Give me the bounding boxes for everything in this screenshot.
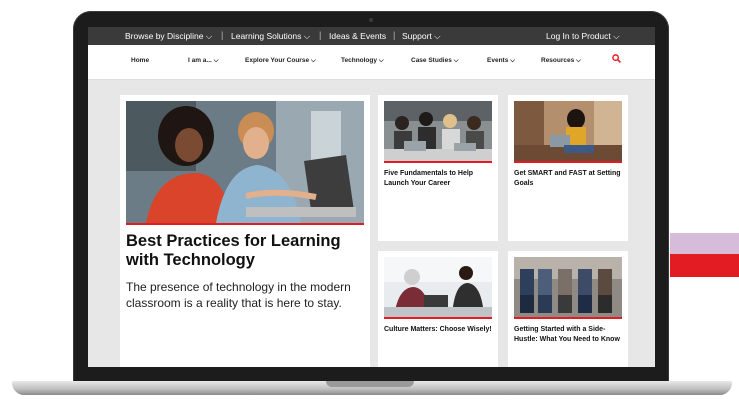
search-icon[interactable] <box>612 54 621 63</box>
featured-article-image <box>126 101 364 223</box>
accent-line <box>514 161 622 163</box>
article-image <box>514 257 622 317</box>
article-card[interactable]: Culture Matters: Choose Wisely! <box>378 251 498 367</box>
separator: | <box>221 30 224 40</box>
nav-item-technology[interactable]: Technology ⌵ <box>341 57 384 65</box>
article-card[interactable]: Get SMART and FAST at Setting Goals <box>508 95 628 241</box>
laptop-camera <box>369 18 373 22</box>
separator: | <box>319 30 322 40</box>
accent-line <box>126 223 364 225</box>
ideas-events-link[interactable]: Ideas & Events <box>329 31 386 41</box>
accent-line <box>384 317 492 319</box>
nav-item-i-am-a[interactable]: I am a... ⌵ <box>188 57 219 65</box>
article-image <box>384 257 492 317</box>
log-in-to-product-link[interactable]: Log In to Product ⌵ <box>546 31 620 42</box>
article-image <box>384 101 492 161</box>
accent-line <box>514 317 622 319</box>
article-title[interactable]: Getting Started with a Side-Hustle: What… <box>514 325 626 345</box>
main-nav: Home I am a... ⌵ Explore Your Course ⌵ T… <box>88 45 655 80</box>
laptop-notch <box>326 381 414 387</box>
browse-by-discipline-link[interactable]: Browse by Discipline ⌵ <box>125 31 212 42</box>
featured-article-description: The presence of technology in the modern… <box>126 280 351 310</box>
nav-item-explore-your-course[interactable]: Explore Your Course ⌵ <box>245 57 316 65</box>
decorative-red-block <box>670 254 739 277</box>
article-title[interactable]: Culture Matters: Choose Wisely! <box>384 325 496 335</box>
support-link[interactable]: Support ⌵ <box>402 31 441 42</box>
decorative-lilac-block <box>670 233 739 254</box>
article-card[interactable]: Five Fundamentals to Help Launch Your Ca… <box>378 95 498 241</box>
separator: | <box>393 30 396 40</box>
laptop-screen: Browse by Discipline ⌵ | Learning Soluti… <box>88 27 655 367</box>
article-card[interactable]: Getting Started with a Side-Hustle: What… <box>508 251 628 367</box>
utility-bar: Browse by Discipline ⌵ | Learning Soluti… <box>88 27 655 45</box>
learning-solutions-link[interactable]: Learning Solutions ⌵ <box>231 31 310 42</box>
featured-article-card[interactable]: Best Practices for Learning with Technol… <box>120 95 370 367</box>
article-title[interactable]: Get SMART and FAST at Setting Goals <box>514 169 626 189</box>
article-title[interactable]: Five Fundamentals to Help Launch Your Ca… <box>384 169 496 189</box>
nav-item-resources[interactable]: Resources ⌵ <box>541 57 581 65</box>
article-image <box>514 101 622 161</box>
nav-item-events[interactable]: Events ⌵ <box>487 57 515 65</box>
accent-line <box>384 161 492 163</box>
nav-item-case-studies[interactable]: Case Studies ⌵ <box>411 57 459 65</box>
featured-article-title[interactable]: Best Practices for Learning with Technol… <box>126 232 366 270</box>
nav-item-home[interactable]: Home <box>131 57 149 64</box>
